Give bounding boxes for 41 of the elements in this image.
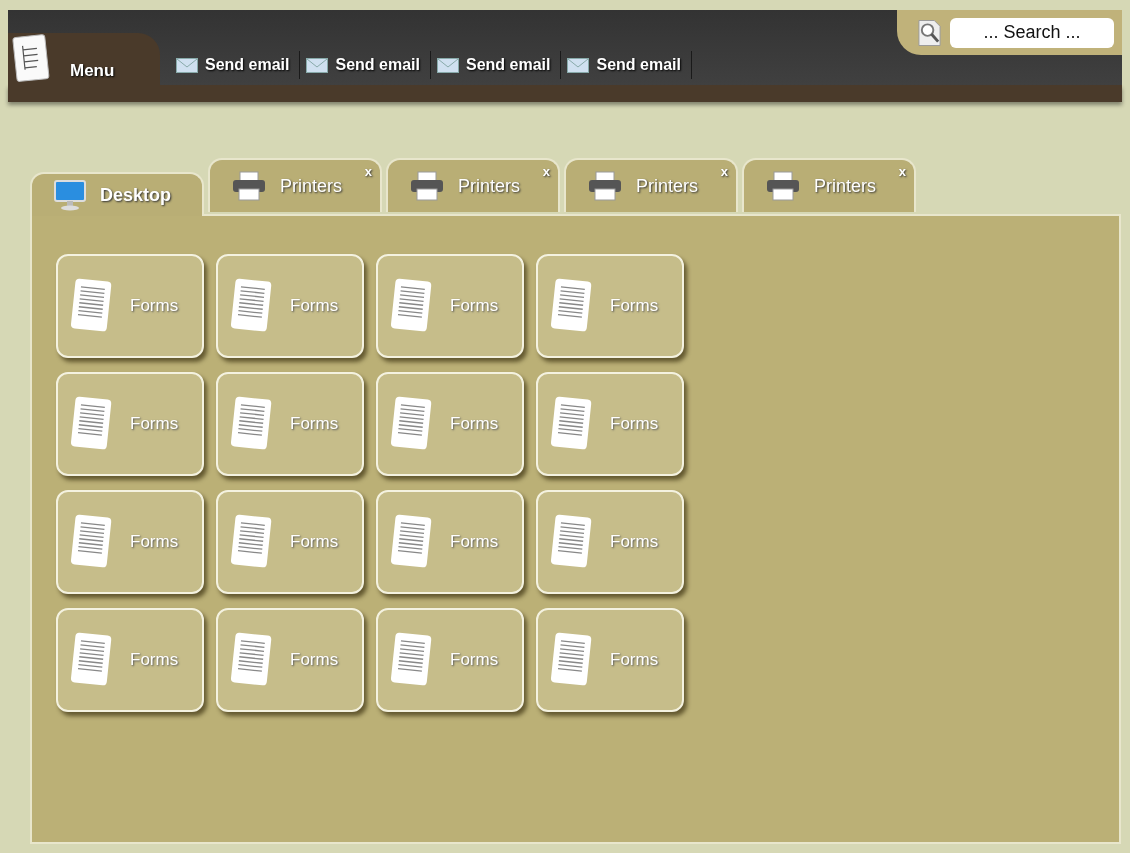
envelope-icon: [306, 57, 329, 73]
forms-tile[interactable]: Forms: [376, 490, 524, 594]
close-button[interactable]: x: [364, 162, 372, 182]
search-field[interactable]: ... Search ...: [950, 17, 1114, 48]
tab[interactable]: Desktop: [30, 172, 204, 216]
send-email-button[interactable]: Send email: [430, 51, 562, 79]
forms-tile[interactable]: Forms: [376, 254, 524, 358]
forms-tile[interactable]: Forms: [56, 372, 204, 476]
forms-tile[interactable]: Forms: [56, 608, 204, 712]
search-icon[interactable]: [917, 17, 942, 48]
menu-button[interactable]: Menu: [8, 33, 160, 85]
forms-tile[interactable]: Forms: [56, 490, 204, 594]
printer-icon: [410, 171, 444, 201]
forms-tile[interactable]: Forms: [216, 490, 364, 594]
send-email-button[interactable]: Send email: [561, 51, 692, 79]
forms-tile[interactable]: Forms: [536, 490, 684, 594]
envelope-icon: [436, 57, 459, 73]
forms-tile[interactable]: Forms: [536, 254, 684, 358]
tab[interactable]: Printers x: [386, 158, 560, 212]
close-button[interactable]: x: [898, 162, 906, 182]
printer-icon: [766, 171, 800, 201]
forms-tile[interactable]: Forms: [216, 254, 364, 358]
forms-tile[interactable]: Forms: [376, 372, 524, 476]
forms-tile[interactable]: Forms: [56, 254, 204, 358]
monitor-icon: [54, 179, 86, 211]
close-button[interactable]: x: [542, 162, 550, 182]
printer-icon: [588, 171, 622, 201]
printer-icon: [232, 171, 266, 201]
tab[interactable]: Printers x: [564, 158, 738, 212]
envelope-icon: [176, 57, 198, 73]
tab[interactable]: Printers x: [208, 158, 382, 212]
forms-tile[interactable]: Forms: [216, 372, 364, 476]
envelope-icon: [567, 57, 590, 73]
forms-tile[interactable]: Forms: [376, 608, 524, 712]
forms-tile[interactable]: Forms: [216, 608, 364, 712]
tab[interactable]: Printers x: [742, 158, 916, 212]
forms-tile[interactable]: Forms: [536, 372, 684, 476]
forms-tile[interactable]: Forms: [536, 608, 684, 712]
close-button[interactable]: x: [720, 162, 728, 182]
send-email-button[interactable]: Send email: [170, 51, 301, 79]
send-email-button[interactable]: Send email: [300, 51, 431, 79]
